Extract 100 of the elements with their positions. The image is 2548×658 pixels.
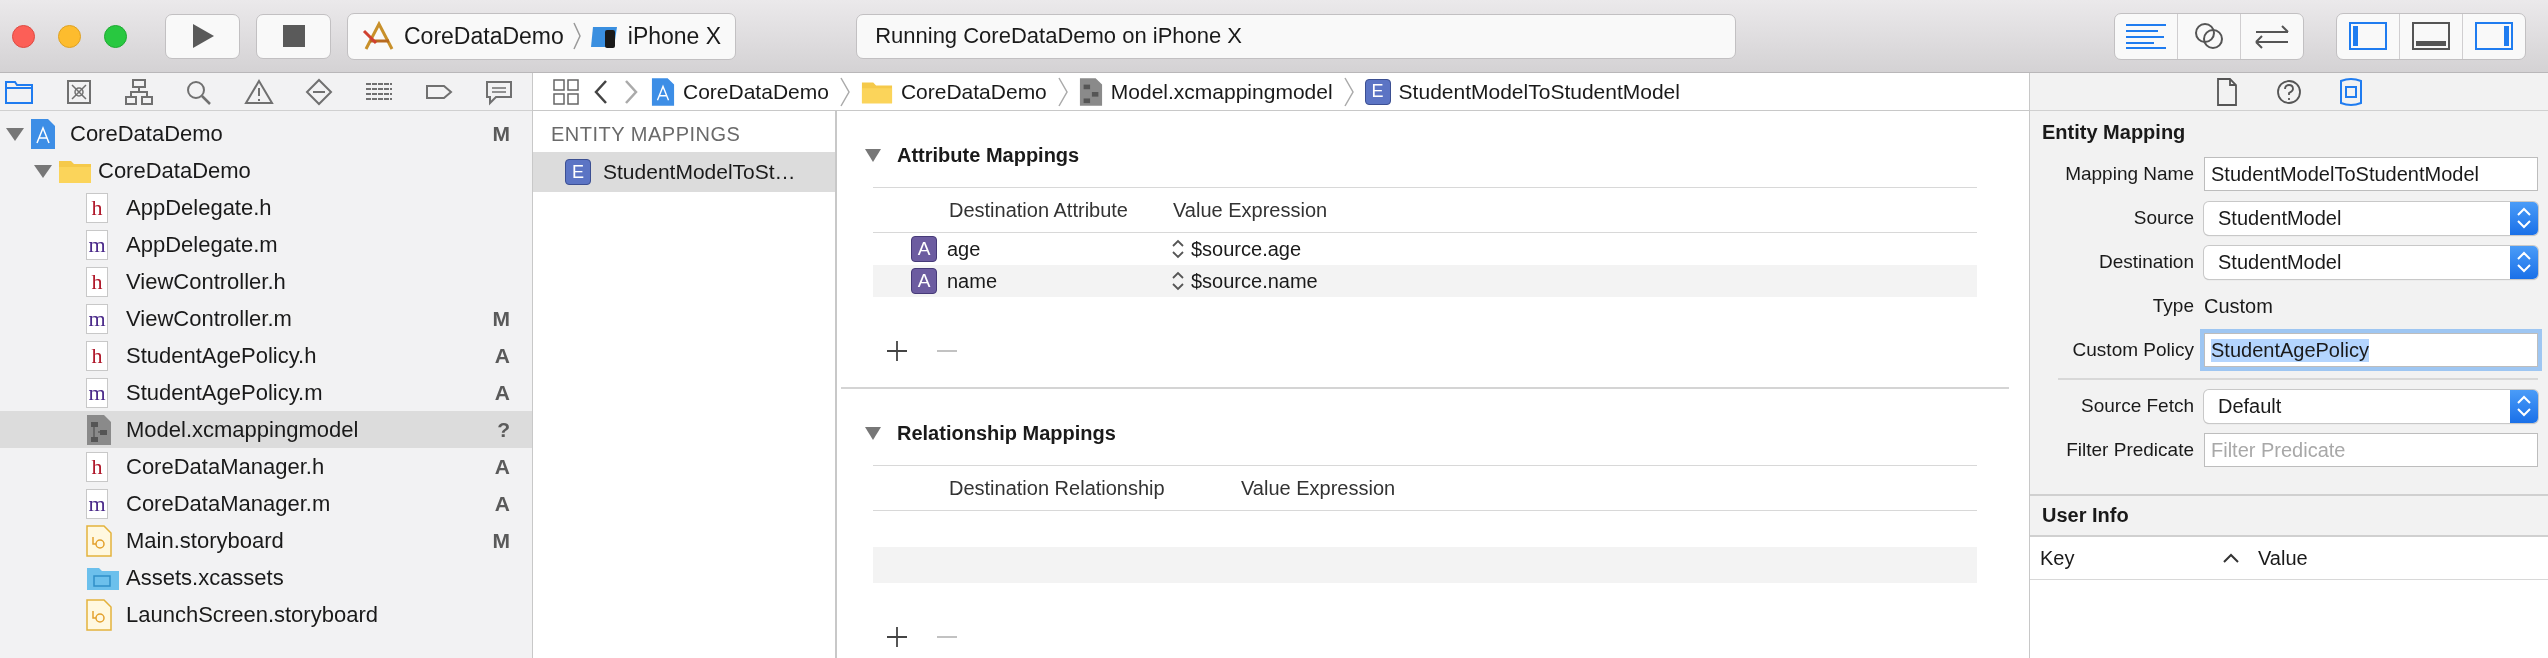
related-items-icon[interactable] <box>551 76 581 107</box>
section-heading: ENTITY MAPPINGS <box>550 122 742 147</box>
source-file-icon: h <box>86 340 108 371</box>
file-row[interactable]: m CoreDataManager.m A <box>0 485 532 522</box>
stepper-icon[interactable] <box>1171 238 1185 260</box>
attributes-inspector-tab[interactable] <box>2337 76 2365 107</box>
attribute-icon: A <box>911 268 937 294</box>
field-label: Source <box>2132 207 2195 229</box>
source-control-status: A <box>494 454 510 479</box>
add-icon[interactable] <box>885 339 909 363</box>
column-header[interactable]: Value Expression <box>1173 198 1328 222</box>
source-control-status: ? <box>497 417 510 442</box>
source-control-status: A <box>494 491 510 516</box>
field-label: Destination <box>2097 251 2195 273</box>
entity-mapping-item[interactable]: E StudentModelToSt… <box>533 152 835 192</box>
column-header[interactable]: Destination Attribute <box>949 198 1173 222</box>
table-cell-text: name <box>947 269 999 293</box>
source-file-icon: m <box>86 488 108 519</box>
path-crumb[interactable]: CoreDataDemo <box>651 76 829 107</box>
column-header[interactable]: Destination Relationship <box>949 476 1241 500</box>
file-name: LaunchScreen.storyboard <box>126 601 378 628</box>
project-icon <box>30 117 56 150</box>
popup-button[interactable]: StudentModel <box>2204 201 2538 235</box>
chevron-icon <box>1056 75 1069 108</box>
path-crumb[interactable]: Model.xcmappingmodel <box>1078 76 1333 107</box>
field-label: Source Fetch <box>2080 395 2195 417</box>
source-file-icon: h <box>86 451 108 482</box>
up-down-chevron-icon <box>2515 249 2533 275</box>
mapping-model-icon <box>86 413 112 446</box>
symbol-navigator-tab[interactable] <box>124 77 154 106</box>
test-navigator-tab[interactable] <box>304 77 334 106</box>
file-row[interactable]: CoreDataDemo <box>0 152 532 189</box>
table-cell: $source.name <box>1191 269 1318 293</box>
close-button[interactable] <box>12 24 35 48</box>
file-name: ViewController.m <box>126 305 292 332</box>
file-row[interactable]: h ViewController.h <box>0 263 532 300</box>
panel-layout-icon <box>2474 21 2514 51</box>
disclosure-triangle-icon[interactable] <box>863 424 883 442</box>
chevron-icon <box>571 21 582 51</box>
disclosure-triangle-icon[interactable] <box>863 146 883 164</box>
section-title: Entity Mapping <box>2042 121 2187 144</box>
activity-view: Running CoreDataDemo on iPhone X <box>856 13 1737 59</box>
file-name: ViewController.h <box>126 268 286 295</box>
entity-icon: E <box>565 159 591 185</box>
table-cell-text: age <box>947 237 982 261</box>
source-navigator-tab[interactable] <box>64 77 94 106</box>
column-header[interactable]: Key <box>2040 546 2220 570</box>
file-name: CoreDataDemo <box>98 157 251 184</box>
column-header[interactable]: Value Expression <box>1241 476 1396 500</box>
source-control-status: M <box>492 306 510 331</box>
file-row[interactable]: m AppDelegate.m <box>0 226 532 263</box>
path-crumb[interactable]: CoreDataDemo <box>860 78 1047 105</box>
file-row[interactable]: h AppDelegate.h <box>0 189 532 226</box>
file-row[interactable]: h StudentAgePolicy.h A <box>0 337 532 374</box>
field-label: Custom Policy <box>2071 339 2195 361</box>
up-down-chevron-icon <box>2515 393 2533 419</box>
text-field[interactable]: StudentModelToStudentModel <box>2204 157 2538 191</box>
file-row[interactable]: m ViewController.m M <box>0 300 532 337</box>
field-label: Type <box>2151 295 2195 317</box>
field-label: Filter Predicate <box>2065 439 2195 461</box>
chevron-icon <box>1342 75 1355 108</box>
file-row[interactable]: LaunchScreen.storyboard <box>0 596 532 633</box>
run-button[interactable] <box>165 13 240 59</box>
up-down-chevron-icon <box>2515 205 2533 231</box>
file-row[interactable]: Model.xcmappingmodel ? <box>0 411 532 448</box>
entity-mapping-name: StudentModelToSt… <box>603 160 796 184</box>
column-header[interactable]: Value <box>2258 546 2308 570</box>
section-title: Attribute Mappings <box>897 143 1080 167</box>
attribute-icon: A <box>911 236 937 262</box>
popup-button[interactable]: StudentModel <box>2204 245 2538 279</box>
app-tools-icon <box>362 21 396 51</box>
section-title: Relationship Mappings <box>897 421 1116 445</box>
issue-navigator-tab[interactable] <box>244 77 274 106</box>
file-row[interactable]: m StudentAgePolicy.m A <box>0 374 532 411</box>
file-name: AppDelegate.h <box>126 194 272 221</box>
popup-button[interactable]: Default <box>2204 389 2538 423</box>
scheme-selector[interactable]: CoreDataDemo iPhone X <box>347 12 737 60</box>
stepper-icon[interactable] <box>1171 270 1185 292</box>
file-name: Model.xcmappingmodel <box>126 416 359 443</box>
source-control-status: A <box>494 380 510 405</box>
source-file-icon: m <box>86 377 108 408</box>
stop-button[interactable] <box>256 13 331 59</box>
storyboard-icon <box>86 524 112 557</box>
path-crumb[interactable]: E StudentModelToStudentModel <box>1364 78 1680 105</box>
file-row[interactable]: Assets.xcassets <box>0 559 532 596</box>
file-row[interactable]: CoreDataDemo M <box>0 115 532 152</box>
stop-icon <box>281 24 306 48</box>
file-row[interactable]: Main.storyboard M <box>0 522 532 559</box>
file-name: AppDelegate.m <box>126 231 278 258</box>
panel-layout-icon <box>2411 21 2451 51</box>
file-row[interactable]: h CoreDataManager.h A <box>0 448 532 485</box>
source-control-status: M <box>492 528 510 553</box>
file-name: CoreDataDemo <box>70 120 223 147</box>
source-file-icon: h <box>86 192 108 223</box>
storyboard-icon <box>86 598 112 631</box>
file-name: Assets.xcassets <box>126 564 284 591</box>
add-icon[interactable] <box>885 625 909 649</box>
project-icon <box>651 76 675 107</box>
table-cell: $source.age <box>1191 237 1302 261</box>
file-name: CoreDataManager.h <box>126 453 325 480</box>
